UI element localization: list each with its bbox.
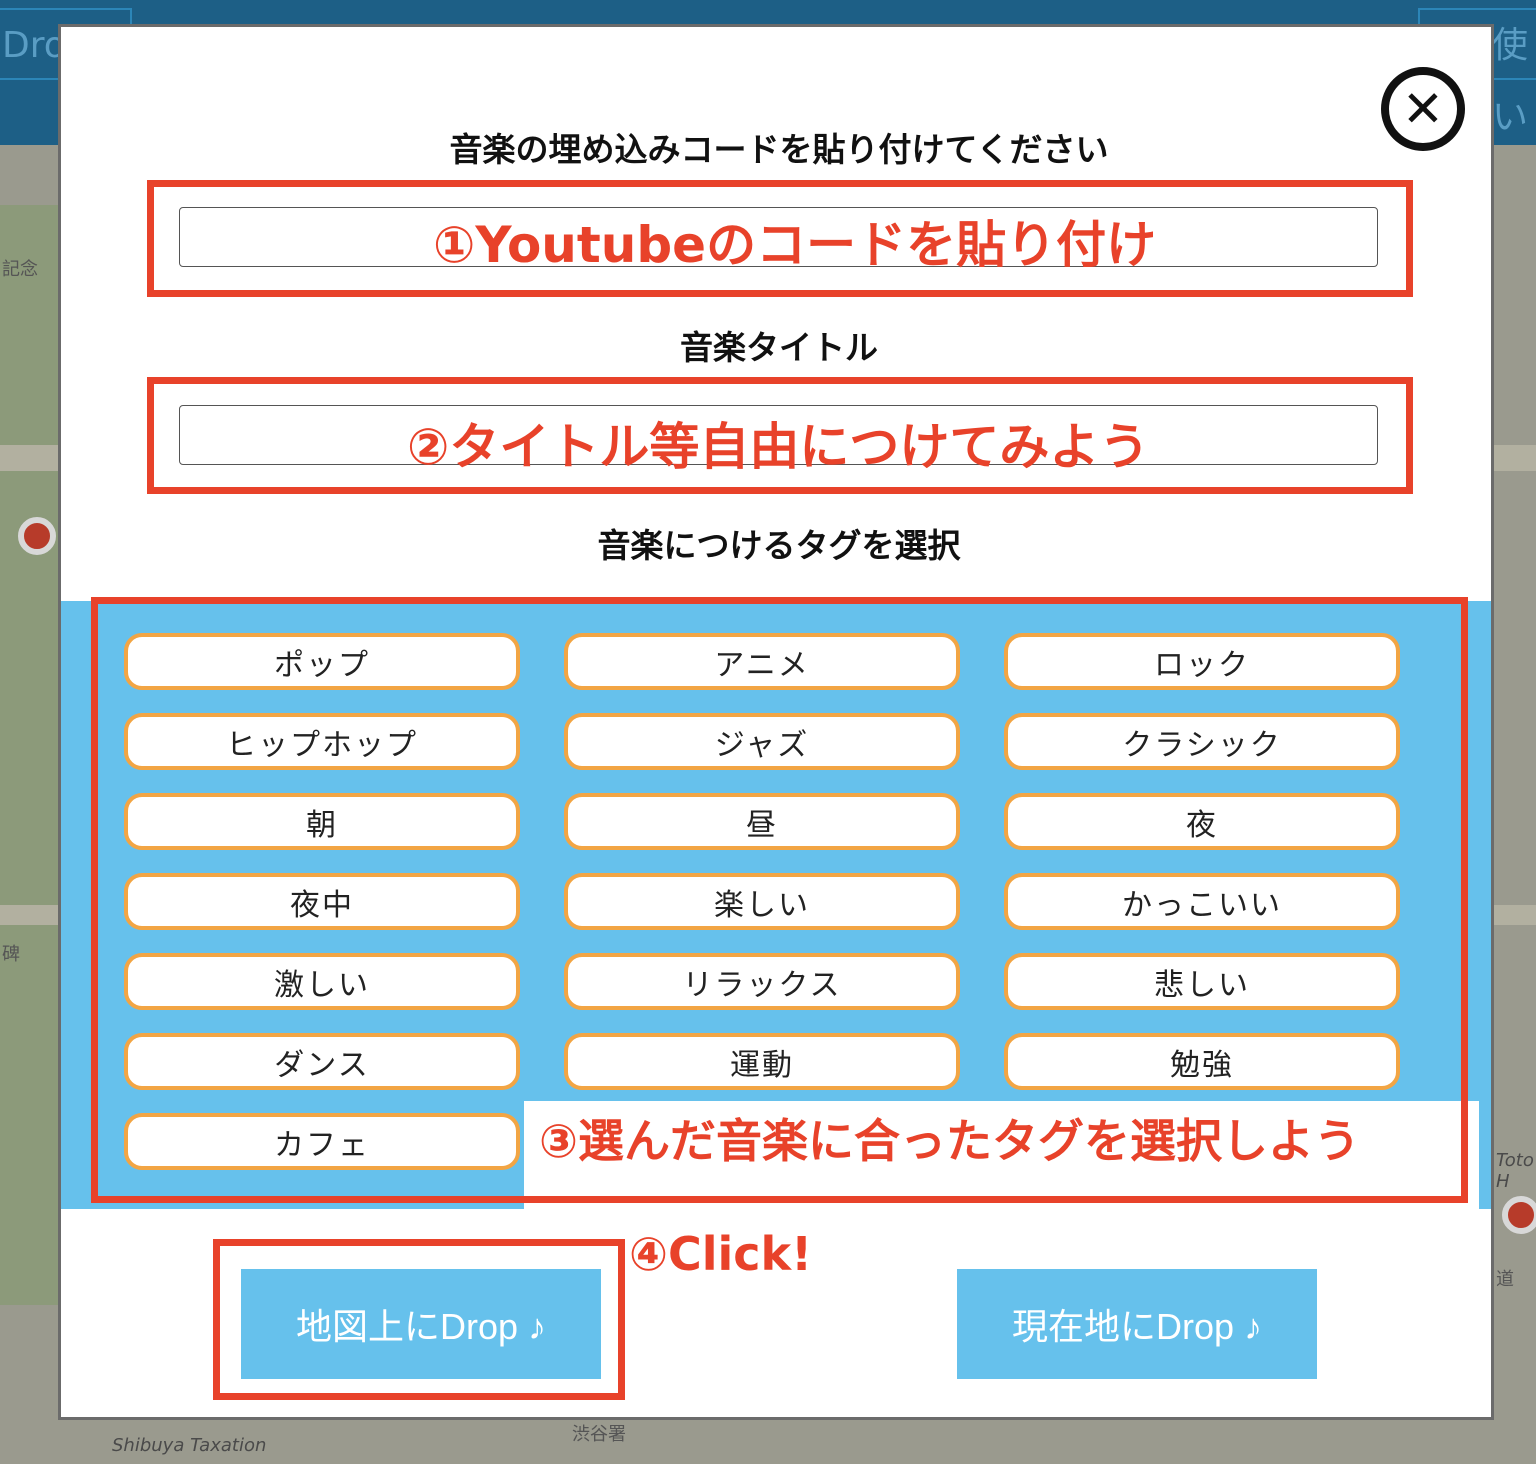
- map-label: 渋谷署: [572, 1424, 626, 1445]
- annotation-step2: ②タイトル等自由につけてみよう: [407, 418, 1150, 476]
- tag-select-label: 音楽につけるタグを選択: [597, 526, 961, 565]
- map-label: 碑: [2, 944, 20, 965]
- embed-code-label: 音楽の埋め込みコードを貼り付けてください: [449, 130, 1109, 169]
- map-label: 道: [1496, 1269, 1514, 1290]
- map-park: [0, 205, 60, 1305]
- annotation-step4: ④Click!: [629, 1227, 813, 1281]
- annotation-step1: ①Youtubeのコードを貼り付け: [433, 216, 1157, 274]
- drop-on-map-button[interactable]: 地図上にDrop ♪: [241, 1269, 601, 1379]
- map-label: 記念: [2, 259, 38, 280]
- map-label: Toto H: [1496, 1150, 1534, 1192]
- map-pin-icon: [1502, 1196, 1536, 1234]
- music-title-label: 音楽タイトル: [680, 328, 878, 367]
- annotation-step3: ③選んだ音楽に合ったタグを選択しよう: [539, 1114, 1360, 1168]
- drop-music-modal: ✕ 音楽の埋め込みコードを貼り付けてください ①Youtubeのコードを貼り付け…: [58, 24, 1494, 1420]
- map-label: Shibuya Taxation: [112, 1435, 267, 1456]
- drop-at-current-location-button[interactable]: 現在地にDrop ♪: [957, 1269, 1317, 1379]
- map-pin-icon: [18, 517, 56, 555]
